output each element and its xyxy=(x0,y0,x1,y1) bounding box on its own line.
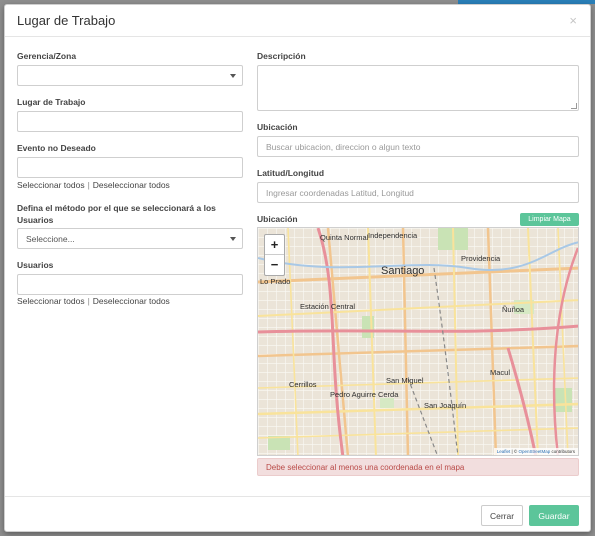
usuarios-label: Usuarios xyxy=(17,260,54,270)
evento-label: Evento no Deseado xyxy=(17,143,96,153)
map-label: Ubicación xyxy=(257,214,298,224)
ubicacion-label: Ubicación xyxy=(257,122,298,132)
evento-deselect-all-link[interactable]: Deseleccionar todos xyxy=(93,180,170,190)
map-label-providencia: Providencia xyxy=(461,254,501,263)
latlon-input[interactable]: Ingresar coordenadas Latitud, Longitud xyxy=(257,182,579,203)
map-view[interactable]: Quinta Normal Independencia Santiago Pro… xyxy=(257,227,579,456)
usuarios-deselect-all-link[interactable]: Deseleccionar todos xyxy=(93,296,170,306)
map-tiles[interactable]: Quinta Normal Independencia Santiago Pro… xyxy=(258,228,579,456)
link-separator: | xyxy=(87,296,90,306)
guardar-button[interactable]: Guardar xyxy=(529,505,579,526)
modal-footer-divider xyxy=(5,496,590,497)
lugar-input[interactable] xyxy=(17,111,243,132)
evento-select-links: Seleccionar todos | Deseleccionar todos xyxy=(17,180,170,190)
evento-select-all-link[interactable]: Seleccionar todos xyxy=(17,180,85,190)
close-icon[interactable]: × xyxy=(569,13,577,28)
modal-dialog: Lugar de Trabajo × Gerencia/Zona Lugar d… xyxy=(4,4,591,532)
zoom-control: + − xyxy=(264,234,285,276)
chevron-down-icon xyxy=(230,74,236,78)
metodo-select[interactable]: Seleccione... xyxy=(17,228,243,249)
map-label-san-miguel: San Miguel xyxy=(386,376,424,385)
latlon-placeholder: Ingresar coordenadas Latitud, Longitud xyxy=(266,187,414,198)
descripcion-label: Descripción xyxy=(257,51,306,61)
map-error-alert: Debe seleccionar al menos una coordenada… xyxy=(257,458,579,476)
usuarios-select-all-link[interactable]: Seleccionar todos xyxy=(17,296,85,306)
map-label-nunoa: Ñuñoa xyxy=(502,305,525,314)
chevron-down-icon xyxy=(230,237,236,241)
map-label-cerrillos: Cerrillos xyxy=(289,380,317,389)
map-label-san-joaquin: San Joaquín xyxy=(424,401,466,410)
map-label-santiago: Santiago xyxy=(381,265,424,277)
map-label-macul: Macul xyxy=(490,368,510,377)
zoom-out-button[interactable]: − xyxy=(265,255,284,275)
zoom-in-button[interactable]: + xyxy=(265,235,284,255)
evento-multiselect[interactable] xyxy=(17,157,243,178)
attribution-tail: contributors xyxy=(550,449,575,454)
latlon-label: Latitud/Longitud xyxy=(257,168,325,178)
metodo-label: Defina el método por el que se seleccion… xyxy=(17,203,216,225)
descripcion-textarea[interactable] xyxy=(257,65,579,111)
cerrar-button[interactable]: Cerrar xyxy=(481,505,523,526)
ubicacion-search-input[interactable]: Buscar ubicacion, direccion o algun text… xyxy=(257,136,579,157)
map-label-lo-prado: Lo Prado xyxy=(260,277,290,286)
map-label-quinta-normal: Quinta Normal xyxy=(320,233,369,242)
map-label-estacion-central: Estación Central xyxy=(300,302,355,311)
metodo-select-value: Seleccione... xyxy=(26,233,75,244)
usuarios-multiselect[interactable] xyxy=(17,274,243,295)
map-label-independencia: Independencia xyxy=(368,231,418,240)
gerencia-label: Gerencia/Zona xyxy=(17,51,77,61)
map-label-pedro-aguirre-cerda: Pedro Aguirre Cerda xyxy=(330,390,399,399)
usuarios-select-links: Seleccionar todos | Deseleccionar todos xyxy=(17,296,170,306)
clear-map-button[interactable]: Limpiar Mapa xyxy=(520,213,579,226)
osm-link[interactable]: OpenStreetMap xyxy=(518,449,550,454)
resize-handle-icon[interactable] xyxy=(571,103,577,109)
lugar-label: Lugar de Trabajo xyxy=(17,97,86,107)
modal-header: Lugar de Trabajo × xyxy=(5,5,590,37)
ubicacion-placeholder: Buscar ubicacion, direccion o algun text… xyxy=(266,141,421,152)
gerencia-select[interactable] xyxy=(17,65,243,86)
link-separator: | xyxy=(87,180,90,190)
leaflet-link[interactable]: Leaflet xyxy=(497,449,511,454)
map-attribution: Leaflet | © OpenStreetMap contributors xyxy=(493,448,578,455)
modal-title: Lugar de Trabajo xyxy=(17,13,116,28)
